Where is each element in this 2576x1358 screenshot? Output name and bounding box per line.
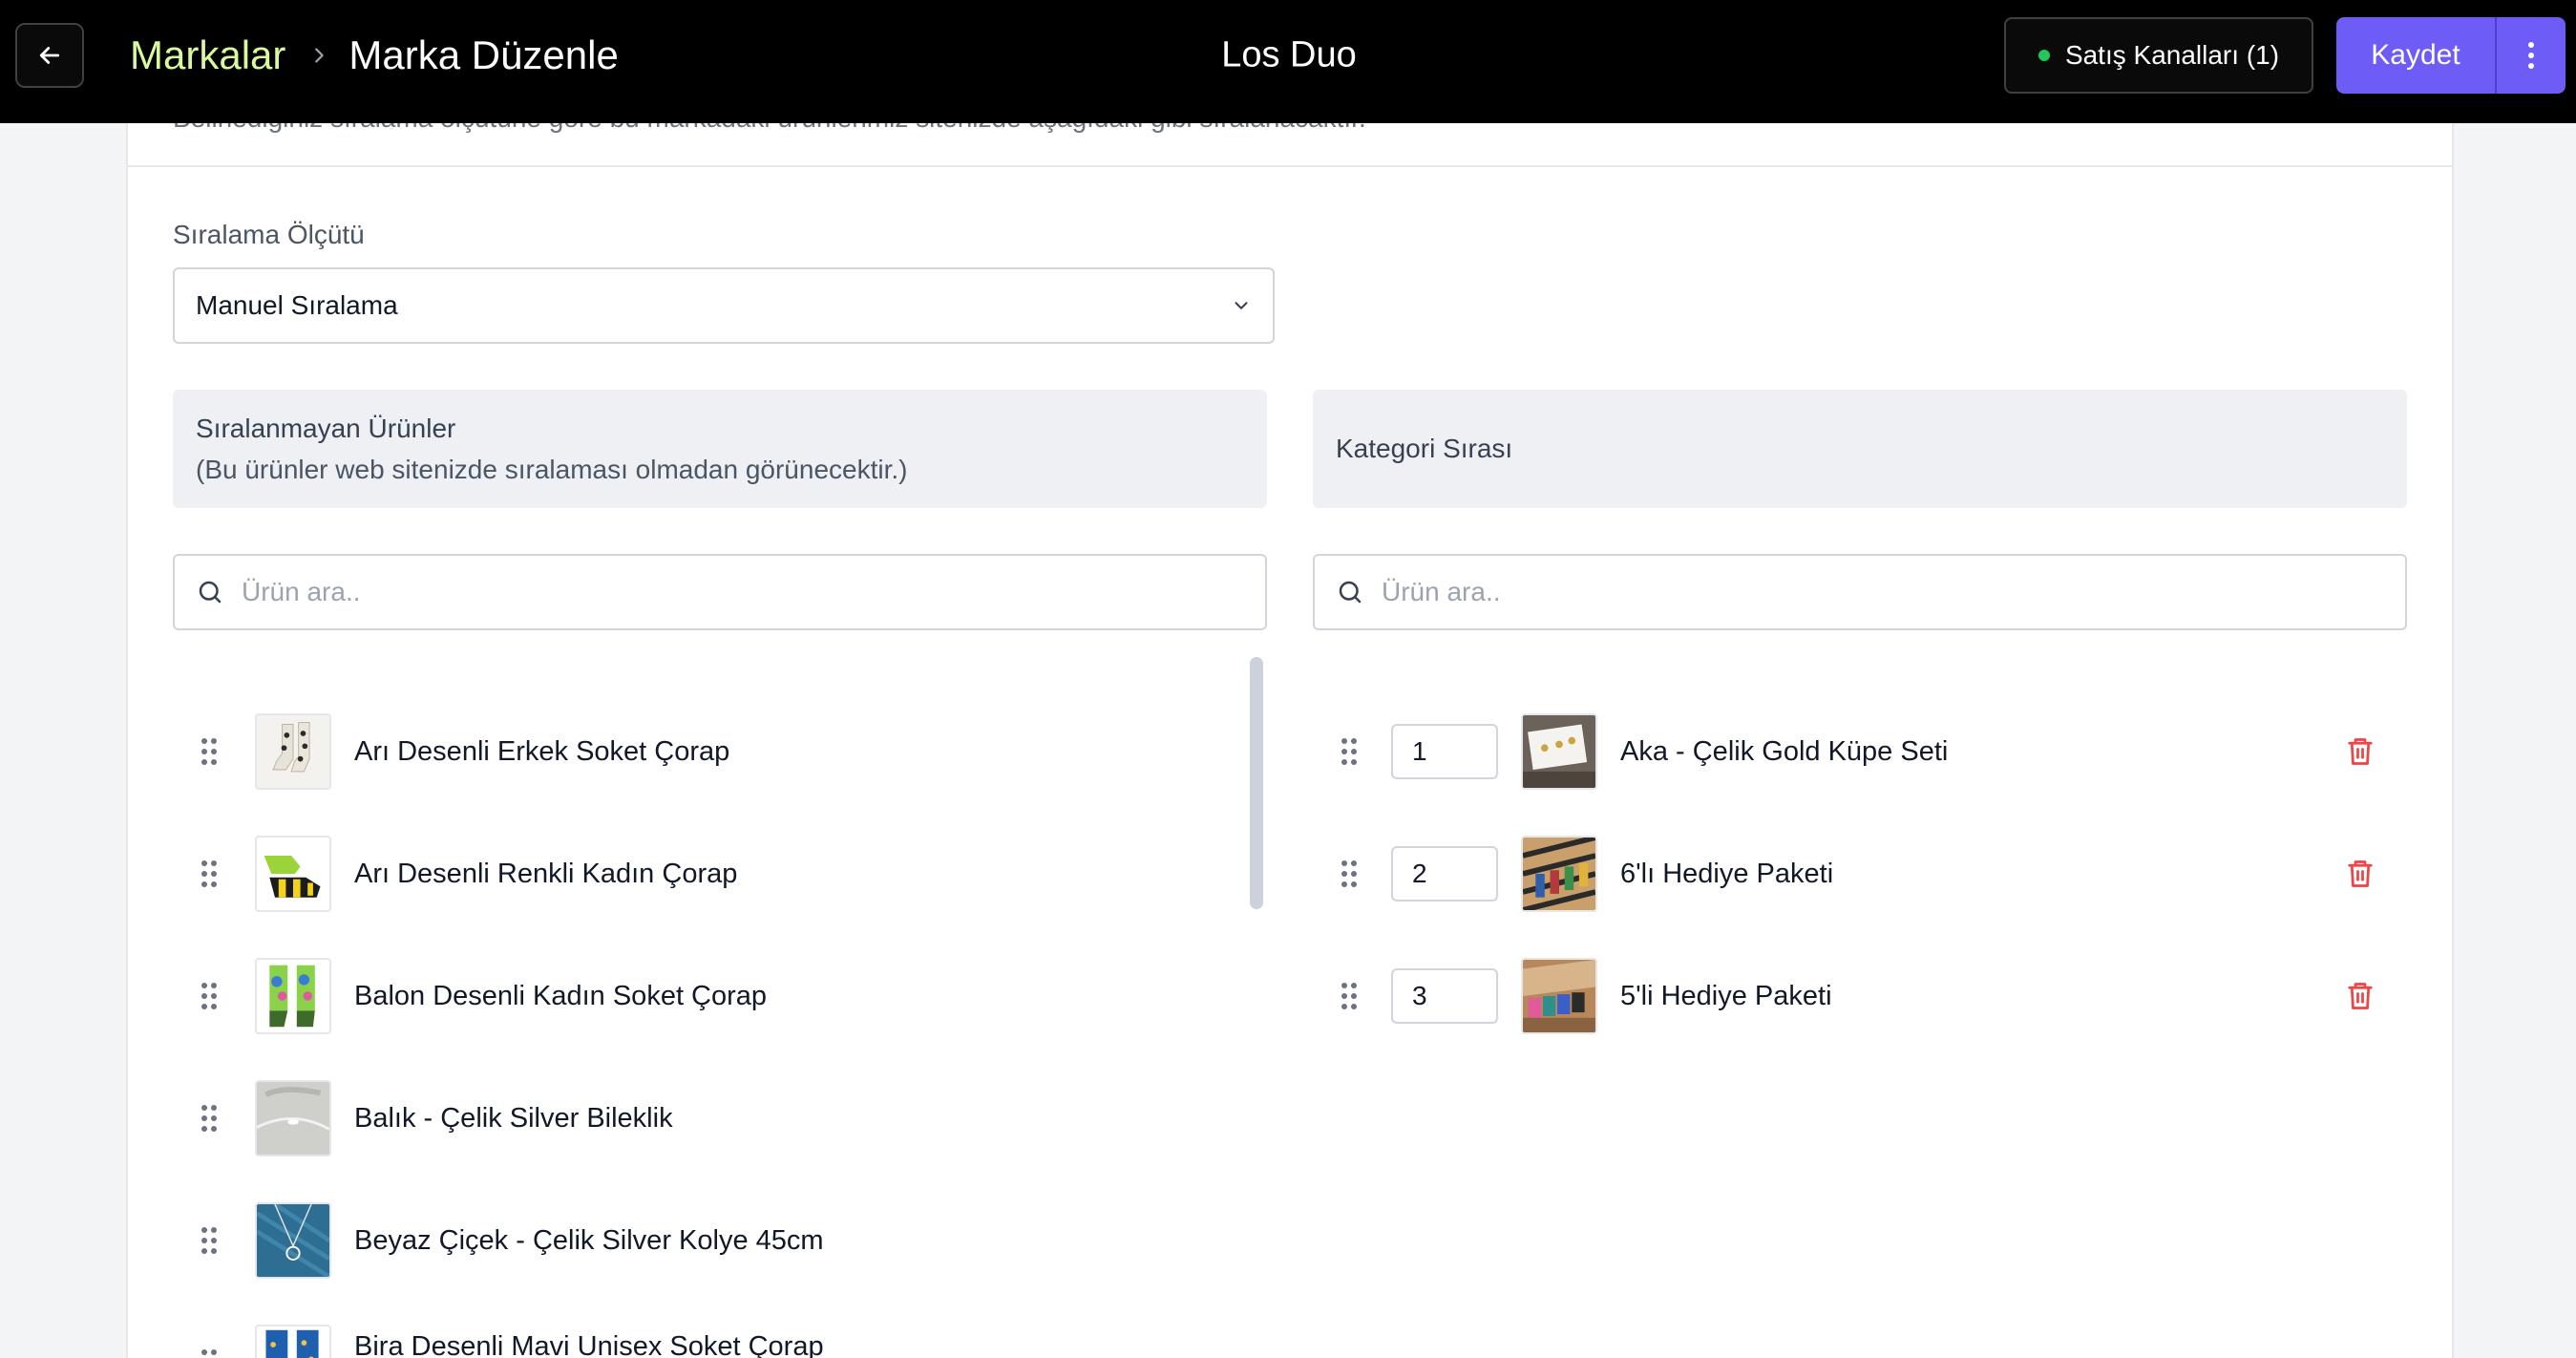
drag-handle-icon[interactable]	[201, 1349, 217, 1358]
category-order-list: 1 Aka - Çelik Gold Küpe Seti 2 6'lı Hedi…	[1313, 664, 2407, 1358]
sort-criteria-select[interactable]: Manuel Sıralama	[173, 267, 1275, 344]
status-dot-icon	[2038, 50, 2050, 61]
sorted-search-input[interactable]: Ürün ara..	[1313, 554, 2407, 630]
drag-handle-icon[interactable]	[1341, 983, 1357, 1009]
scrollbar-thumb[interactable]	[1250, 657, 1263, 909]
arrow-left-icon	[39, 47, 60, 64]
product-name: Balık - Çelik Silver Bileklik	[354, 1102, 673, 1134]
chevron-right-icon	[308, 45, 329, 66]
order-number-input[interactable]: 3	[1391, 968, 1498, 1024]
category-order-title: Kategori Sırası	[1336, 434, 1513, 464]
trash-icon[interactable]	[2346, 735, 2375, 768]
product-thumbnail	[255, 1325, 331, 1358]
drag-handle-icon[interactable]	[1341, 860, 1357, 887]
trash-icon[interactable]	[2346, 858, 2375, 890]
list-item[interactable]: 2 6'lı Hediye Paketi	[1313, 836, 2407, 912]
save-button[interactable]: Kaydet	[2336, 17, 2495, 94]
unsorted-products-title: Sıralanmayan Ürünler	[196, 413, 456, 443]
unsorted-products-list: Arı Desenli Erkek Soket Çorap Arı Desenl…	[173, 664, 1267, 1358]
product-name: Balon Desenli Kadın Soket Çorap	[354, 980, 768, 1011]
drag-handle-icon[interactable]	[201, 983, 217, 1009]
product-name: 5'li Hediye Paketi	[1620, 980, 1832, 1011]
breadcrumb: Markalar Marka Düzenle	[130, 32, 619, 78]
top-bar: Markalar Marka Düzenle Los Duo Satış Kan…	[0, 0, 2576, 123]
brand-name-title: Los Duo	[1221, 34, 1357, 75]
drag-handle-icon[interactable]	[201, 860, 217, 887]
breadcrumb-link-brands[interactable]: Markalar	[130, 32, 285, 78]
sort-criteria-label: Sıralama Ölçütü	[173, 220, 365, 249]
product-thumbnail	[1521, 836, 1597, 912]
product-thumbnail	[1521, 713, 1597, 790]
order-number-input[interactable]: 1	[1391, 724, 1498, 779]
list-item[interactable]: Arı Desenli Renkli Kadın Çorap	[173, 836, 1267, 912]
category-order-header: Kategori Sırası	[1313, 390, 2407, 508]
product-name: Beyaz Çiçek - Çelik Silver Kolye 45cm	[354, 1224, 824, 1256]
product-name: Arı Desenli Renkli Kadın Çorap	[354, 858, 738, 889]
product-thumbnail	[255, 1080, 331, 1156]
search-icon	[199, 581, 222, 604]
list-item[interactable]: 3 5'li Hediye Paketi	[1313, 958, 2407, 1034]
list-item[interactable]: Balık - Çelik Silver Bileklik	[173, 1080, 1267, 1156]
list-item[interactable]: Beyaz Çiçek - Çelik Silver Kolye 45cm	[173, 1202, 1267, 1279]
more-vertical-icon	[2528, 42, 2534, 69]
sort-criteria-value: Manuel Sıralama	[196, 290, 398, 320]
sales-channels-label: Satış Kanalları (1)	[2064, 40, 2280, 70]
unsorted-search-input[interactable]: Ürün ara..	[173, 554, 1267, 630]
drag-handle-icon[interactable]	[1341, 738, 1357, 765]
divider	[126, 165, 2454, 167]
product-name: Arı Desenli Erkek Soket Çorap	[354, 735, 730, 767]
drag-handle-icon[interactable]	[201, 1105, 217, 1132]
list-item[interactable]: 1 Aka - Çelik Gold Küpe Seti	[1313, 713, 2407, 790]
search-icon	[1339, 581, 1362, 604]
drag-handle-icon[interactable]	[201, 738, 217, 765]
product-thumbnail	[1521, 958, 1597, 1034]
back-button[interactable]	[15, 23, 84, 88]
sorted-search-placeholder: Ürün ara..	[1382, 577, 1501, 606]
product-thumbnail	[255, 713, 331, 790]
unsorted-products-header: Sıralanmayan Ürünler (Bu ürünler web sit…	[173, 390, 1267, 508]
drag-handle-icon[interactable]	[201, 1227, 217, 1254]
trash-icon[interactable]	[2346, 980, 2375, 1012]
product-name: Aka - Çelik Gold Küpe Seti	[1620, 735, 1949, 767]
chevron-down-icon	[1235, 302, 1248, 309]
sales-channels-button[interactable]: Satış Kanalları (1)	[2004, 17, 2313, 94]
more-options-button[interactable]	[2495, 17, 2565, 94]
product-name: Bira Desenli Mavi Unisex Soket Çorap	[354, 1331, 824, 1358]
unsorted-products-subtitle: (Bu ürünler web sitenizde sıralaması olm…	[196, 455, 908, 484]
list-item[interactable]: Arı Desenli Erkek Soket Çorap	[173, 713, 1267, 790]
unsorted-search-placeholder: Ürün ara..	[242, 577, 361, 606]
product-thumbnail	[255, 1202, 331, 1279]
save-button-group: Kaydet	[2336, 17, 2565, 94]
product-name: 6'lı Hediye Paketi	[1620, 858, 1834, 889]
list-item[interactable]: Balon Desenli Kadın Soket Çorap	[173, 958, 1267, 1034]
page-title: Marka Düzenle	[348, 32, 619, 77]
list-item[interactable]: Bira Desenli Mavi Unisex Soket Çorap 2 v…	[173, 1325, 1267, 1358]
product-thumbnail	[255, 836, 331, 912]
order-number-input[interactable]: 2	[1391, 846, 1498, 902]
product-thumbnail	[255, 958, 331, 1034]
